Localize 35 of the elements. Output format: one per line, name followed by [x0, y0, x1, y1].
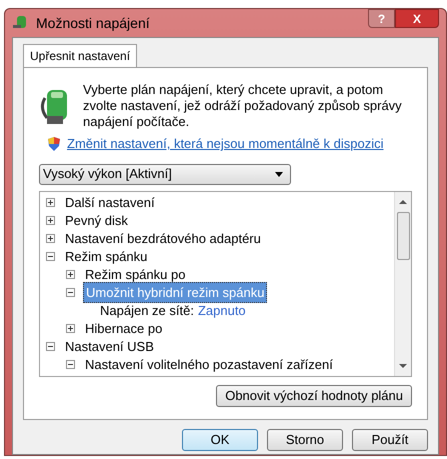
tab[interactable]: Upřesnit nastavení: [23, 44, 138, 67]
tree-item[interactable]: Nastavení volitelného pozastavení zařízení: [83, 354, 335, 374]
scroll-down-icon[interactable]: [399, 364, 407, 368]
scroll-thumb[interactable]: [396, 212, 410, 260]
collapse-icon[interactable]: [46, 342, 55, 351]
expand-icon[interactable]: [46, 234, 55, 243]
scroll-up-icon[interactable]: [399, 200, 407, 204]
shield-icon: [47, 136, 61, 152]
dialog-button[interactable]: Storno: [267, 429, 343, 451]
tree-item[interactable]: Další nastavení: [63, 192, 157, 212]
expand-icon[interactable]: [46, 198, 55, 207]
close-button[interactable]: X: [395, 9, 439, 28]
expand-icon[interactable]: [46, 216, 55, 225]
setting-label: Napájen ze sítě:: [100, 302, 194, 320]
dialog-button[interactable]: Použít: [352, 429, 428, 451]
collapse-icon[interactable]: [46, 252, 55, 261]
tree-item[interactable]: Hibernace po: [83, 318, 164, 338]
tree-item[interactable]: Nastavení USB: [63, 336, 156, 356]
dropdown-arrow-icon: [275, 172, 283, 176]
setting-value[interactable]: Zapnuto: [198, 300, 246, 320]
scrollbar[interactable]: [394, 192, 411, 376]
change-settings-link[interactable]: Změnit nastavení, která nejsou momentálně k dispozici: [67, 134, 384, 154]
collapse-icon[interactable]: [66, 360, 75, 369]
tree-item[interactable]: Režim spánku: [63, 246, 150, 266]
window-title: Možnosti napájení: [36, 14, 150, 33]
dialog-button[interactable]: OK: [182, 429, 258, 451]
expand-icon[interactable]: [66, 324, 75, 333]
expand-icon[interactable]: [66, 270, 75, 279]
tree-item[interactable]: Režim spánku po: [83, 264, 188, 284]
collapse-icon[interactable]: [66, 288, 75, 297]
tree-item[interactable]: Nastavení bezdrátového adaptéru: [63, 228, 263, 248]
tree-item[interactable]: Pevný disk: [63, 210, 130, 230]
restore-defaults-button[interactable]: Obnovit výchozí hodnoty plánu: [216, 384, 412, 406]
plan-dropdown[interactable]: Vysoký výkon [Aktivní]: [39, 164, 291, 184]
intro-text: Vyberte plán napájení, který chcete upravit, a potom zvolte nastavení, jež odráží požadovaný způsob správy napájení počítače.: [83, 82, 403, 130]
